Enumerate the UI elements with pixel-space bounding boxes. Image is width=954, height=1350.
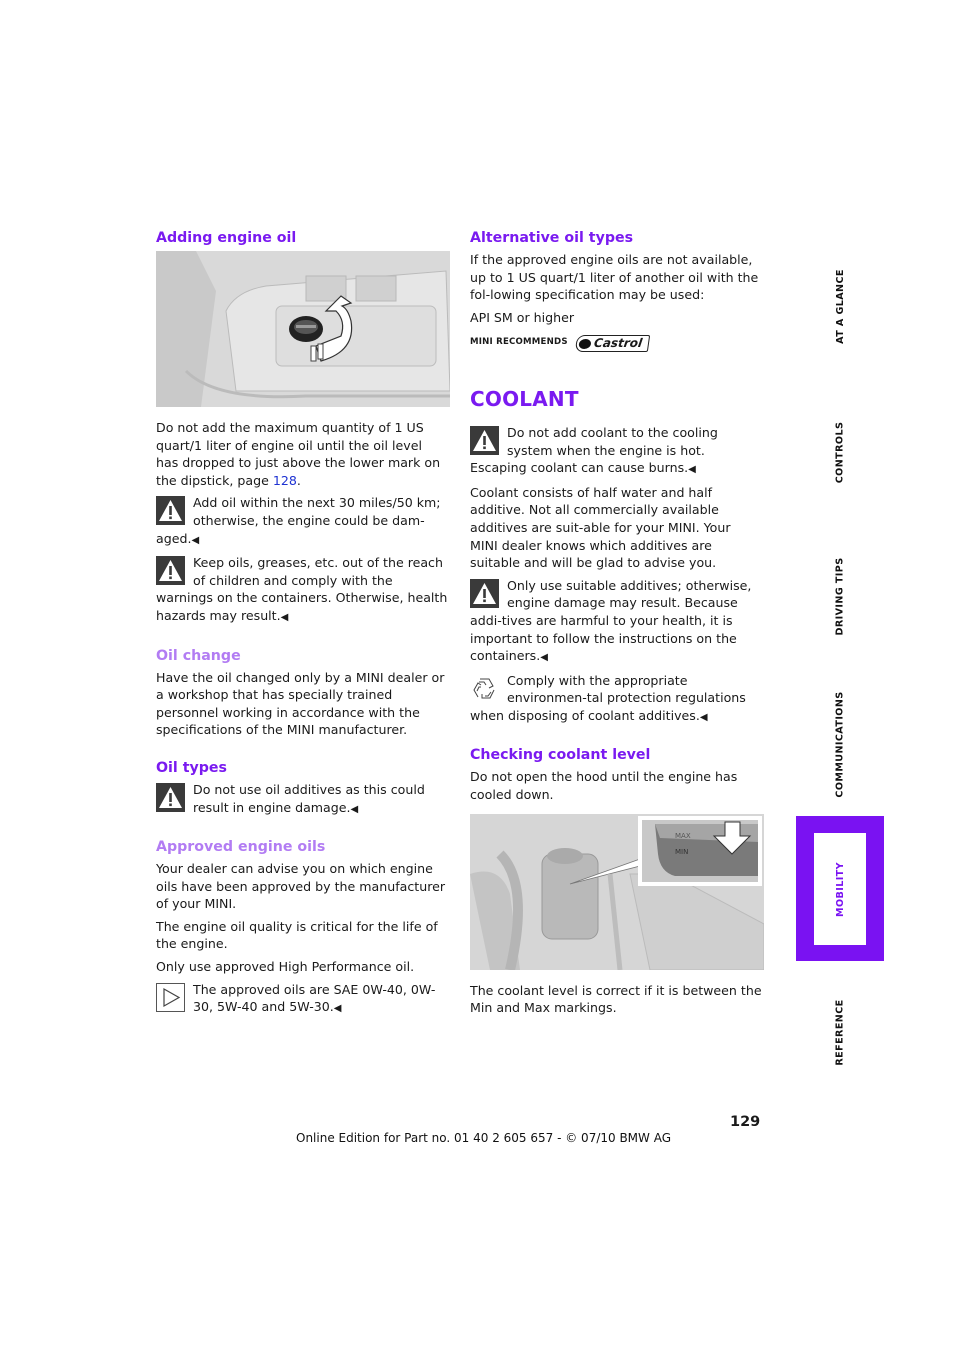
end-mark-icon: ◀ (699, 711, 708, 723)
heading-oil-change: Oil change (156, 647, 241, 664)
heading-approved-engine-oils: Approved engine oils (156, 839, 326, 856)
heading-adding-engine-oil: Adding engine oil (156, 230, 297, 246)
footer-edition: Online Edition for Part no. 01 40 2 605 … (296, 1131, 672, 1145)
warning-icon (156, 556, 185, 586)
chapter-tabs: AT A GLANCE CONTROLS DRIVING TIPS COMMUN… (796, 0, 884, 1350)
end-mark-icon: ◀ (350, 803, 359, 815)
chapter-title-coolant: COOLANT (470, 386, 579, 411)
coolant-paragraph: Coolant consists of half water and half … (470, 484, 731, 571)
mini-recommends: MINI RECOMMENDS Castrol (470, 334, 762, 352)
hint-arrow-icon (156, 982, 185, 1012)
page-link-128[interactable]: 128 (273, 473, 297, 488)
end-mark-icon: ◀ (540, 652, 548, 664)
alt-oil-spec: API SM or higher (470, 309, 575, 325)
warning-icon (156, 496, 185, 526)
end-mark-icon: ◀ (688, 464, 696, 476)
right-column: Alternative oil types If the approved en… (470, 228, 764, 1022)
tab-at-a-glance[interactable]: AT A GLANCE (796, 262, 884, 350)
heading-checking-coolant-level: Checking coolant level (470, 747, 651, 764)
warning-icon (470, 578, 499, 608)
warning-suitable-additives: Only use suitable additives; otherwise, … (470, 577, 752, 664)
engine-oil-cap-image (156, 251, 450, 407)
end-mark-icon: ◀ (280, 611, 289, 623)
warning-oil-additives: Do not use oil additives as this could r… (156, 781, 448, 818)
castrol-logo: Castrol (574, 334, 650, 352)
oil-quantity-paragraph: Do not add the maximum quantity of 1 US … (156, 420, 441, 488)
tab-controls[interactable]: CONTROLS (796, 408, 884, 496)
hint-approved-oils: The approved oils are SAE 0W-40, 0W-30, … (156, 981, 448, 1018)
castrol-disc-icon (578, 338, 592, 349)
end-mark-icon: ◀ (333, 1003, 342, 1015)
page-number: 129 (730, 1114, 761, 1130)
tab-driving-tips[interactable]: DRIVING TIPS (796, 552, 884, 640)
alt-oil-paragraph: If the approved engine oils are not avai… (470, 252, 759, 303)
tab-communications[interactable]: COMMUNICATIONS (796, 691, 884, 797)
heading-alternative-oil-types: Alternative oil types (470, 230, 634, 246)
environment-note: Comply with the appropriate environmen-t… (470, 672, 746, 723)
tab-mobility[interactable]: MOBILITY (796, 816, 884, 961)
end-mark-icon: ◀ (191, 534, 200, 546)
approved-oils-paragraph-1: Your dealer can advise you on which engi… (156, 861, 446, 912)
warning-add-oil: Add oil within the next 30 miles/50 km; … (156, 495, 441, 546)
oil-change-paragraph: Have the oil changed only by a MINI deal… (156, 669, 445, 738)
left-column: Adding engine oil Do not add the maximum… (156, 228, 450, 1023)
checking-paragraph: Do not open the hood until the engine ha… (470, 769, 738, 803)
tab-reference[interactable]: REFERENCE (796, 988, 884, 1076)
warning-icon (470, 425, 499, 455)
coolant-level-paragraph: The coolant level is correct if it is be… (470, 982, 762, 1016)
recycle-icon (470, 673, 499, 703)
heading-oil-types: Oil types (156, 759, 227, 776)
warning-hot-engine: Do not add coolant to the cooling system… (470, 424, 718, 476)
svg-text:MIN: MIN (675, 848, 688, 856)
warning-icon (156, 782, 185, 812)
approved-oils-paragraph-2: The engine oil quality is critical for t… (156, 918, 438, 952)
warning-keep-oils: Keep oils, greases, etc. out of the reac… (156, 555, 448, 623)
approved-oils-paragraph-3: Only use approved High Performance oil. (156, 959, 415, 975)
recommends-label: MINI RECOMMENDS (470, 337, 568, 348)
svg-text:MAX: MAX (675, 832, 691, 840)
coolant-tank-image: MAX MIN (470, 813, 764, 970)
